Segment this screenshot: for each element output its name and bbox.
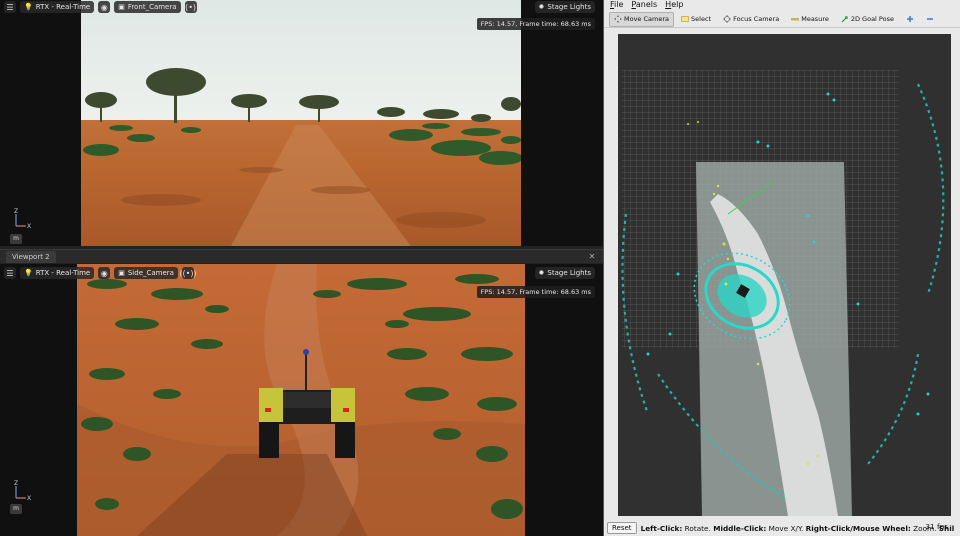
select-tool[interactable]: Select (676, 12, 716, 27)
goal-pose-tool[interactable]: 2D Goal Pose (836, 12, 899, 27)
move-icon (614, 15, 622, 23)
stage-lights-menu[interactable]: ✹ Stage Lights (534, 267, 595, 279)
viewport-toolbar: ☰ 💡 RTX - Real-Time ◉ ▣ Side_Camera ((•)) … (0, 266, 603, 280)
renderer-menu[interactable]: 💡 RTX - Real-Time (20, 1, 95, 13)
rviz-window: File Panels Help Move Camera Select Focu… (603, 0, 960, 536)
axis-gizmo: Z X (14, 208, 31, 230)
svg-text:Z: Z (14, 480, 18, 487)
menu-bar: File Panels Help (604, 0, 960, 10)
fps-overlay: FPS: 14.57, Frame time: 68.63 ms (476, 18, 595, 30)
bulb-icon: 💡 (24, 3, 33, 11)
camera-menu[interactable]: ▣ Side_Camera (114, 267, 178, 279)
sun-icon: ✹ (538, 3, 545, 11)
broadcast-icon[interactable]: ((•)) (179, 267, 197, 279)
eye-icon[interactable]: ◉ (98, 1, 111, 13)
side-camera-scene (77, 264, 525, 536)
goal-arrow-icon (841, 16, 848, 23)
viewport-front-camera[interactable]: ☰ 💡 RTX - Real-Time ◉ ▣ Front_Camera ((•))… (0, 0, 603, 246)
eye-icon[interactable]: ◉ (98, 267, 111, 279)
reset-button[interactable]: Reset (607, 522, 637, 534)
tab-viewport-2[interactable]: Viewport 2 (6, 251, 56, 263)
move-camera-tool[interactable]: Move Camera (609, 11, 675, 27)
status-bar: Reset Left-Click: Rotate. Middle-Click: … (604, 520, 960, 536)
menu-help[interactable]: Help (665, 0, 683, 10)
remove-tool-button[interactable] (921, 12, 939, 27)
menu-panels[interactable]: Panels (631, 0, 657, 10)
stage-lights-menu[interactable]: ✹ Stage Lights (534, 1, 595, 13)
unit-badge[interactable]: m (10, 504, 22, 514)
settings-icon[interactable]: ☰ (4, 1, 16, 13)
menu-file[interactable]: File (610, 0, 623, 10)
settings-icon[interactable]: ☰ (4, 267, 16, 279)
viewport-toolbar: ☰ 💡 RTX - Real-Time ◉ ▣ Front_Camera ((•))… (0, 0, 603, 14)
pointcloud-render (621, 70, 945, 516)
unit-badge[interactable]: m (10, 234, 22, 244)
add-tool-button[interactable] (901, 12, 919, 27)
viewport2-tabbar: Viewport 2 ✕ (0, 249, 603, 263)
focus-icon (723, 15, 732, 23)
rviz-fps: 31 fps (925, 522, 948, 531)
fps-overlay: FPS: 14.57, Frame time: 68.63 ms (476, 286, 595, 298)
close-icon[interactable]: ✕ (587, 251, 597, 263)
ruler-icon (791, 18, 800, 21)
sun-icon: ✹ (538, 269, 545, 277)
camera-icon: ▣ (118, 3, 125, 11)
rviz-3d-view[interactable] (618, 34, 951, 516)
select-icon (681, 16, 689, 22)
viewport-side-camera[interactable]: ☰ 💡 RTX - Real-Time ◉ ▣ Side_Camera ((•)) … (0, 264, 603, 536)
focus-camera-tool[interactable]: Focus Camera (718, 12, 784, 27)
plus-icon (906, 16, 913, 22)
front-camera-scene (81, 0, 521, 246)
measure-tool[interactable]: Measure (786, 12, 834, 27)
svg-text:X: X (27, 495, 31, 502)
camera-icon: ▣ (118, 269, 125, 277)
minus-icon (926, 18, 933, 20)
desktop: ☰ 💡 RTX - Real-Time ◉ ▣ Front_Camera ((•))… (0, 0, 960, 536)
tool-bar: Move Camera Select Focus Camera Measure … (604, 11, 960, 28)
axis-gizmo: Z X (14, 480, 31, 502)
bulb-icon: 💡 (24, 269, 33, 277)
camera-menu[interactable]: ▣ Front_Camera (114, 1, 181, 13)
broadcast-icon[interactable]: ((•)) (182, 1, 199, 13)
svg-text:X: X (27, 223, 31, 230)
renderer-menu[interactable]: 💡 RTX - Real-Time (20, 267, 95, 279)
isaac-sim-window: ☰ 💡 RTX - Real-Time ◉ ▣ Front_Camera ((•))… (0, 0, 603, 536)
svg-text:Z: Z (14, 208, 18, 215)
mouse-hint: Left-Click: Rotate. Middle-Click: Move X… (640, 523, 955, 533)
